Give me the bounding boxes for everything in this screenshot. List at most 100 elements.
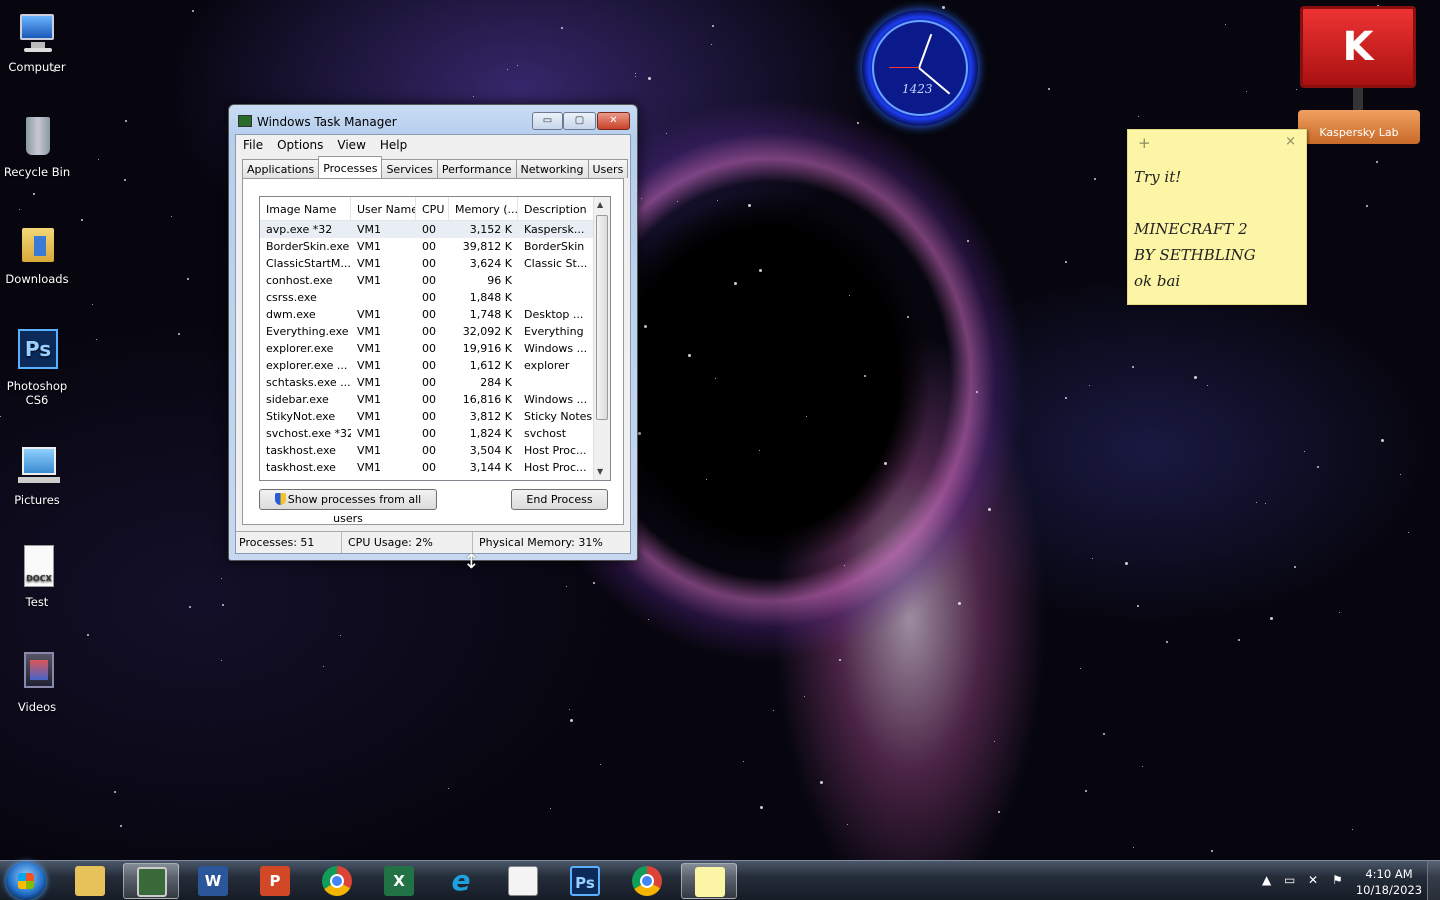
tab-applications[interactable]: Applications	[242, 159, 320, 178]
table-row[interactable]: dwm.exe VM1 00 1,748 K Desktop ...	[260, 306, 610, 323]
desktop-icon-test[interactable]: DOCX Test	[0, 545, 74, 609]
tray-volume-muted-icon[interactable]: ✕	[1308, 873, 1318, 887]
star	[507, 69, 508, 70]
table-row[interactable]: avp.exe *32 VM1 00 3,152 K Kaspersk...	[260, 221, 610, 238]
menu-view[interactable]: View	[335, 135, 373, 155]
taskbar-excel[interactable]: X	[371, 863, 427, 899]
tab-processes[interactable]: Processes	[318, 156, 383, 178]
title-bar[interactable]: Windows Task Manager ▭ ▢ ✕	[229, 105, 637, 135]
table-row[interactable]: conhost.exe VM1 00 96 K	[260, 272, 610, 289]
minimize-button[interactable]: ▭	[532, 112, 563, 130]
star	[884, 462, 887, 465]
star	[1092, 558, 1093, 559]
taskbar-file-explorer[interactable]	[62, 863, 118, 899]
table-row[interactable]: csrss.exe 00 1,848 K	[260, 289, 610, 306]
taskbar-clock[interactable]: 4:10 AM 10/18/2023	[1350, 866, 1428, 898]
table-row[interactable]: StikyNot.exe VM1 00 3,812 K Sticky Notes	[260, 408, 610, 425]
process-list[interactable]: Image Name User Name CPU Memory (... Des…	[259, 196, 611, 481]
column-description[interactable]: Description	[518, 197, 594, 220]
cell-memory: 1,824 K	[469, 427, 512, 440]
status-cpu: CPU Usage: 2%	[342, 532, 473, 553]
cell-description: Everything	[524, 325, 584, 338]
sticky-text[interactable]: Try it! MINECRAFT 2 BY SETHBLING ok bai	[1128, 156, 1306, 302]
process-list-scrollbar[interactable]: ▲ ▼	[593, 197, 610, 480]
desktop-icon-downloads[interactable]: Downloads	[0, 222, 74, 286]
table-row[interactable]: explorer.exe VM1 00 19,916 K Windows ...	[260, 340, 610, 357]
table-row[interactable]: sidebar.exe VM1 00 16,816 K Windows ...	[260, 391, 610, 408]
table-row[interactable]: svchost.exe *32 VM1 00 1,824 K svchost	[260, 425, 610, 442]
desktop-icon-recycle-bin[interactable]: Recycle Bin	[0, 115, 74, 179]
tray-network-icon[interactable]: ⚑	[1332, 873, 1343, 887]
maximize-button[interactable]: ▢	[563, 112, 596, 130]
cell-memory: 19,916 K	[462, 342, 512, 355]
taskbar-task-manager[interactable]	[123, 863, 179, 899]
taskbar-word[interactable]: W	[185, 863, 241, 899]
menu-help[interactable]: Help	[378, 135, 415, 155]
table-row[interactable]: taskhost.exe VM1 00 3,144 K Host Proc...	[260, 459, 610, 476]
taskbar-chrome[interactable]	[309, 863, 365, 899]
column-user-name[interactable]: User Name	[351, 197, 416, 220]
taskbar-notepad[interactable]	[495, 863, 551, 899]
taskbar-photoshop[interactable]: Ps	[557, 863, 613, 899]
tab-performance[interactable]: Performance	[436, 159, 517, 178]
sticky-note[interactable]: + × Try it! MINECRAFT 2 BY SETHBLING ok …	[1127, 129, 1307, 305]
sticky-close-button[interactable]: ×	[1285, 134, 1296, 149]
star	[517, 65, 518, 66]
show-all-processes-button[interactable]: Show processes from all users	[259, 489, 437, 525]
star	[715, 378, 716, 379]
uac-shield-icon	[274, 493, 286, 505]
tray-action-center-icon[interactable]: ▭	[1284, 873, 1295, 887]
star	[773, 710, 774, 711]
tray-show-hidden-icon[interactable]: ▲	[1262, 873, 1271, 887]
show-desktop-button[interactable]	[1427, 861, 1440, 900]
sticky-add-button[interactable]: +	[1138, 134, 1151, 152]
end-process-button[interactable]: End Process	[511, 489, 608, 510]
star	[1048, 88, 1050, 90]
table-row[interactable]: schtasks.exe ... VM1 00 284 K	[260, 374, 610, 391]
tab-services[interactable]: Services	[381, 159, 438, 178]
clock-gadget[interactable]: 1423	[862, 10, 978, 126]
desktop-icon-pictures[interactable]: Pictures	[0, 443, 74, 507]
tab-networking[interactable]: Networking	[515, 159, 589, 178]
taskbar-chrome-2[interactable]	[619, 863, 675, 899]
desktop-icon-photoshop[interactable]: Ps Photoshop CS6	[0, 329, 74, 407]
star	[849, 295, 850, 296]
table-row[interactable]: taskhost.exe VM1 00 3,504 K Host Proc...	[260, 442, 610, 459]
star	[820, 781, 823, 784]
desktop-icon-videos[interactable]: Videos	[0, 650, 74, 714]
task-manager-window[interactable]: Windows Task Manager ▭ ▢ ✕ File Options …	[228, 104, 638, 561]
column-image-name[interactable]: Image Name	[260, 197, 351, 220]
taskbar-sticky-notes[interactable]	[681, 863, 737, 899]
tab-users[interactable]: Users	[587, 159, 629, 178]
star	[638, 432, 641, 435]
scroll-down-icon[interactable]: ▼	[597, 467, 603, 476]
table-row[interactable]: ClassicStartM... VM1 00 3,624 K Classic St..…	[260, 255, 610, 272]
sticky-line	[1134, 190, 1300, 216]
star	[1400, 474, 1401, 475]
star	[706, 479, 707, 480]
cell-description: Kaspersk...	[524, 223, 585, 236]
start-button[interactable]	[6, 862, 46, 900]
star	[1138, 116, 1139, 117]
desktop-icon-label: Pictures	[14, 493, 60, 507]
star	[0, 416, 1, 417]
column-memory[interactable]: Memory (...	[449, 197, 518, 220]
menu-file[interactable]: File	[241, 135, 271, 155]
scrollbar-thumb[interactable]	[596, 215, 608, 420]
kaspersky-gadget[interactable]: K Kaspersky Lab	[1298, 4, 1420, 146]
star	[124, 179, 126, 181]
taskbar-powerpoint[interactable]: P	[247, 863, 303, 899]
table-row[interactable]: Everything.exe VM1 00 32,092 K Everything	[260, 323, 610, 340]
cell-memory: 284 K	[480, 376, 512, 389]
table-row[interactable]: BorderSkin.exe VM1 00 39,812 K BorderSkin	[260, 238, 610, 255]
taskbar-internet-explorer[interactable]: e	[433, 863, 489, 899]
close-button[interactable]: ✕	[597, 112, 630, 130]
menu-options[interactable]: Options	[275, 135, 331, 155]
star	[1294, 566, 1296, 568]
table-row[interactable]: explorer.exe ... VM1 00 1,612 K explorer	[260, 357, 610, 374]
desktop-icon-computer[interactable]: Computer	[0, 10, 74, 74]
cell-description: Windows ...	[524, 393, 588, 406]
scroll-up-icon[interactable]: ▲	[597, 200, 603, 209]
column-cpu[interactable]: CPU	[416, 197, 449, 220]
star	[33, 193, 35, 195]
